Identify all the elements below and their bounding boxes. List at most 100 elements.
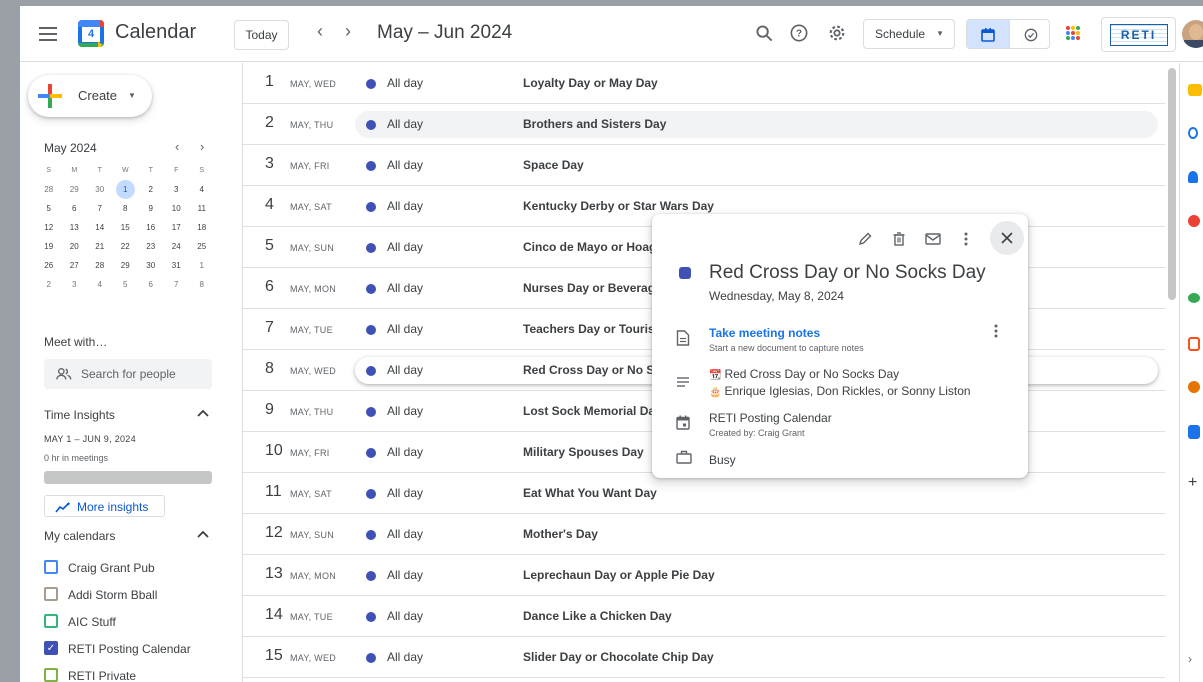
row-day-number[interactable]: 6: [265, 278, 274, 296]
tasks-view-icon[interactable]: [1009, 20, 1049, 48]
event-title[interactable]: Lost Sock Memorial Day: [523, 404, 662, 418]
mini-day[interactable]: 12: [36, 218, 62, 237]
mini-day[interactable]: 3: [62, 275, 88, 294]
mini-day[interactable]: 27: [62, 256, 88, 275]
app-title[interactable]: Calendar: [115, 21, 196, 44]
notes-more-options-icon[interactable]: [994, 324, 998, 341]
row-day-number[interactable]: 15: [265, 647, 283, 665]
mini-day[interactable]: 9: [138, 199, 164, 218]
schedule-row[interactable]: 1 MAY, WED All day Loyalty Day or May Da…: [243, 63, 1166, 104]
search-people-input[interactable]: Search for people: [44, 359, 212, 389]
mini-day[interactable]: 30: [138, 256, 164, 275]
mini-day[interactable]: 15: [113, 218, 139, 237]
mini-day[interactable]: 19: [36, 237, 62, 256]
addon-icon[interactable]: [1188, 425, 1200, 439]
calendar-checkbox[interactable]: [44, 668, 58, 682]
row-day-number[interactable]: 14: [265, 606, 283, 624]
mini-day[interactable]: 29: [113, 256, 139, 275]
event-title[interactable]: Military Spouses Day: [523, 445, 644, 459]
mini-day[interactable]: 8: [113, 199, 139, 218]
event-title[interactable]: Space Day: [523, 158, 584, 172]
calendar-checkbox[interactable]: [44, 614, 58, 628]
mini-day[interactable]: 6: [62, 199, 88, 218]
schedule-row[interactable]: 11 MAY, SAT All day Eat What You Want Da…: [243, 473, 1166, 514]
chevron-right-icon[interactable]: ›: [1188, 653, 1202, 667]
schedule-row[interactable]: 2 MAY, THU All day Brothers and Sisters …: [243, 104, 1166, 145]
settings-gear-icon[interactable]: [826, 22, 848, 44]
event-title[interactable]: Leprechaun Day or Apple Pie Day: [523, 568, 715, 582]
mini-day[interactable]: 26: [36, 256, 62, 275]
mini-day[interactable]: 8: [189, 275, 215, 294]
mini-day[interactable]: 24: [164, 237, 190, 256]
delete-trash-icon[interactable]: [884, 224, 914, 254]
schedule-row[interactable]: 13 MAY, MON All day Leprechaun Day or Ap…: [243, 555, 1166, 596]
mini-day[interactable]: 17: [164, 218, 190, 237]
schedule-row[interactable]: 14 MAY, TUE All day Dance Like a Chicken…: [243, 596, 1166, 637]
create-button[interactable]: Create ▼: [28, 75, 152, 117]
mini-day[interactable]: 21: [87, 237, 113, 256]
mini-day[interactable]: 5: [36, 199, 62, 218]
chevron-up-icon[interactable]: [197, 406, 209, 420]
event-title[interactable]: Dance Like a Chicken Day: [523, 609, 672, 623]
row-day-number[interactable]: 10: [265, 442, 283, 460]
tasks-icon[interactable]: [1188, 127, 1198, 139]
addon-icon[interactable]: [1188, 293, 1200, 303]
mini-day[interactable]: 7: [87, 199, 113, 218]
addon-icon[interactable]: [1188, 337, 1200, 351]
mini-day[interactable]: 2: [36, 275, 62, 294]
my-calendars-heading[interactable]: My calendars: [44, 529, 115, 543]
schedule-row[interactable]: 3 MAY, FRI All day Space Day: [243, 145, 1166, 186]
mini-day[interactable]: 1: [189, 256, 215, 275]
calendar-checkbox[interactable]: [44, 587, 58, 601]
event-title[interactable]: Loyalty Day or May Day: [523, 76, 658, 90]
workspace-logo[interactable]: RETI: [1101, 17, 1176, 52]
mini-day[interactable]: 29: [62, 180, 88, 199]
more-options-icon[interactable]: [951, 224, 981, 254]
mini-calendar-next-button[interactable]: ›: [200, 139, 204, 154]
row-day-number[interactable]: 5: [265, 237, 274, 255]
mini-day[interactable]: 14: [87, 218, 113, 237]
search-icon[interactable]: [753, 22, 775, 44]
event-title[interactable]: Cinco de Mayo or Hoagie: [523, 240, 666, 254]
edit-pencil-icon[interactable]: [850, 224, 880, 254]
row-day-number[interactable]: 8: [265, 360, 274, 378]
next-period-button[interactable]: ›: [338, 21, 358, 45]
mini-day[interactable]: 13: [62, 218, 88, 237]
add-addon-icon[interactable]: +: [1188, 475, 1202, 491]
help-icon[interactable]: ?: [788, 22, 810, 44]
mini-calendar-prev-button[interactable]: ‹: [175, 139, 179, 154]
mini-day[interactable]: 5: [113, 275, 139, 294]
event-title[interactable]: Kentucky Derby or Star Wars Day: [523, 199, 714, 213]
event-title[interactable]: Brothers and Sisters Day: [523, 117, 666, 131]
mini-day[interactable]: 30: [87, 180, 113, 199]
mini-day[interactable]: 31: [164, 256, 190, 275]
row-day-number[interactable]: 4: [265, 196, 274, 214]
email-envelope-icon[interactable]: [918, 224, 948, 254]
view-selector[interactable]: Schedule ▼: [863, 19, 955, 49]
calendar-view-icon[interactable]: [967, 20, 1009, 48]
mini-day[interactable]: 2: [138, 180, 164, 199]
time-insights-heading[interactable]: Time Insights: [44, 408, 115, 422]
row-day-number[interactable]: 3: [265, 155, 274, 173]
maps-icon[interactable]: [1188, 215, 1200, 227]
scrollbar-thumb[interactable]: [1168, 68, 1176, 300]
keep-icon[interactable]: [1188, 84, 1202, 96]
row-day-number[interactable]: 13: [265, 565, 283, 583]
event-title[interactable]: Red Cross Day or No Soc: [523, 363, 668, 377]
event-title[interactable]: Teachers Day or Tourism: [523, 322, 665, 336]
mini-day[interactable]: 28: [87, 256, 113, 275]
mini-day[interactable]: 20: [62, 237, 88, 256]
schedule-row[interactable]: 15 MAY, WED All day Slider Day or Chocol…: [243, 637, 1166, 678]
mini-day[interactable]: 23: [138, 237, 164, 256]
previous-period-button[interactable]: ‹: [310, 21, 330, 45]
mini-day[interactable]: 28: [36, 180, 62, 199]
today-button[interactable]: Today: [234, 20, 289, 50]
row-day-number[interactable]: 1: [265, 73, 274, 91]
mini-day[interactable]: 3: [164, 180, 190, 199]
event-title[interactable]: Nurses Day or Beverage: [523, 281, 662, 295]
mini-day[interactable]: 16: [138, 218, 164, 237]
event-title[interactable]: Eat What You Want Day: [523, 486, 657, 500]
mini-day[interactable]: 18: [189, 218, 215, 237]
row-day-number[interactable]: 9: [265, 401, 274, 419]
row-day-number[interactable]: 11: [265, 483, 282, 501]
